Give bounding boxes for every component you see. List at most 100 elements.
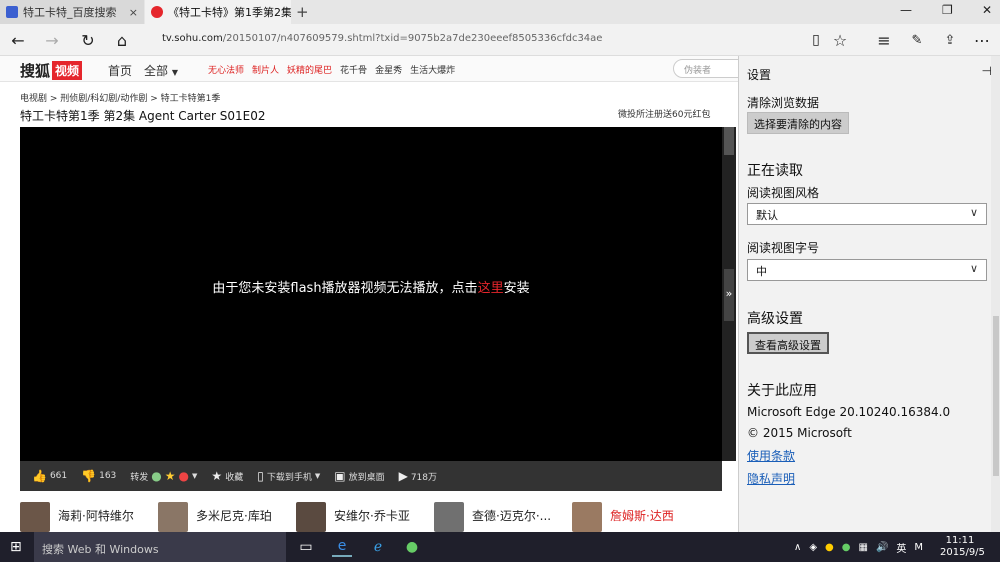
settings-scrollbar[interactable] <box>991 56 1000 532</box>
back-icon[interactable]: ← <box>8 30 28 50</box>
title-bar: 特工卡特_百度搜索 × 《特工卡特》第1季第2集 × + — ❐ ✕ <box>0 0 1000 24</box>
edge-icon[interactable]: e <box>332 537 352 557</box>
hot-link[interactable]: 金星秀 <box>375 63 402 76</box>
play-count: ▶ 718万 <box>399 469 437 483</box>
cast-member[interactable]: 安维尔·乔卡亚 <box>296 502 434 532</box>
settings-title: 设置 <box>747 68 772 82</box>
refresh-icon[interactable]: ↻ <box>78 30 98 50</box>
cast-member[interactable]: 多米尼克·库珀 <box>158 502 296 532</box>
hot-link[interactable]: 生活大爆炸 <box>410 63 455 76</box>
maximize-button[interactable]: ❐ <box>942 3 953 17</box>
avatar <box>434 502 464 532</box>
sohu-video-logo[interactable]: 搜狐 视频 <box>20 60 83 81</box>
desktop-icon: ▣ <box>334 469 346 483</box>
forward-icon[interactable]: → <box>42 30 62 50</box>
dislike-button[interactable]: 👎 163 <box>81 469 116 483</box>
cast-member[interactable]: 查德·迈克尔·... <box>434 502 572 532</box>
nav-all[interactable]: 全部 ▼ <box>144 62 178 79</box>
chevron-down-icon: ▼ <box>171 68 179 77</box>
close-window-button[interactable]: ✕ <box>982 3 992 17</box>
site-search-input[interactable]: 伪装者 <box>673 59 738 78</box>
chevron-up-icon[interactable]: ∧ <box>794 542 801 553</box>
play-icon: ▶ <box>398 469 408 483</box>
reading-font-select[interactable]: 中 ∨ <box>747 259 987 281</box>
address-bar[interactable]: tv.sohu.com/20150107/n407609579.shtml?tx… <box>162 33 602 44</box>
flash-missing-message: 由于您未安装flash播放器视频无法播放，点击这里安装 <box>20 277 722 296</box>
advanced-heading: 高级设置 <box>747 311 803 327</box>
reading-view-icon[interactable]: ▯ <box>806 30 826 50</box>
download-to-phone-button[interactable]: ▯ 下载到手机 ▼ <box>257 469 320 483</box>
promo-link[interactable]: 微投所注册送60元红包 <box>618 107 710 120</box>
avatar <box>572 502 602 532</box>
tab-baidu-search[interactable]: 特工卡特_百度搜索 × <box>0 0 144 24</box>
reading-style-label: 阅读视图风格 <box>747 186 820 200</box>
ime-indicator[interactable]: 英 <box>896 540 906 555</box>
breadcrumb[interactable]: 电视剧 > 刑侦剧/科幻剧/动作剧 > 特工卡特第1季 <box>20 91 220 104</box>
favorite-star-icon[interactable]: ☆ <box>830 30 850 50</box>
tray-app-icon[interactable]: ◈ <box>809 542 817 553</box>
hub-icon[interactable]: ≡ <box>874 30 894 50</box>
avatar <box>20 502 50 532</box>
cast-member[interactable]: 詹姆斯·达西 <box>572 502 710 532</box>
cast-name: 多米尼克·库珀 <box>196 509 272 523</box>
volume-icon[interactable]: 🔊 <box>876 542 888 553</box>
web-page: 搜狐 视频 首页 全部 ▼ 无心法师 制片人 妖精的尾巴 花千骨 金星秀 生活大… <box>0 56 738 532</box>
hot-link[interactable]: 花千骨 <box>340 63 367 76</box>
taskbar-search[interactable]: 搜索 Web 和 Windows <box>34 532 286 562</box>
taskbar-clock[interactable]: 11:11 2015/9/5 <box>940 535 985 559</box>
reading-font-value: 中 <box>756 265 767 278</box>
network-icon[interactable]: ▦ <box>859 542 868 553</box>
task-view-icon[interactable]: ▭ <box>296 537 316 557</box>
hot-link[interactable]: 制片人 <box>252 63 279 76</box>
terms-link[interactable]: 使用条款 <box>747 447 795 464</box>
avatar <box>158 502 188 532</box>
share-button[interactable]: 转发 ● ★ ● ▼ <box>130 469 197 483</box>
add-to-desktop-button[interactable]: ▣ 放到桌面 <box>334 469 384 483</box>
nav-home[interactable]: 首页 <box>108 62 132 79</box>
ime-mode-indicator[interactable]: M <box>914 542 923 553</box>
share-icon[interactable]: ⇪ <box>940 30 960 50</box>
logo-text: 搜狐 <box>20 62 51 80</box>
hot-link[interactable]: 妖精的尾巴 <box>287 63 332 76</box>
thumbs-up-icon: 👍 <box>32 469 47 483</box>
cast-member[interactable]: 海莉·阿特维尔 <box>20 502 158 532</box>
windows-start-icon[interactable]: ⊞ <box>10 540 24 554</box>
view-advanced-settings-button[interactable]: 查看高级设置 <box>747 332 829 354</box>
home-icon[interactable]: ⌂ <box>112 30 132 50</box>
close-tab-icon[interactable]: × <box>129 6 138 19</box>
clear-data-label: 清除浏览数据 <box>747 96 820 110</box>
avatar <box>296 502 326 532</box>
favorite-button[interactable]: ★ 收藏 <box>211 469 243 483</box>
hot-keywords: 无心法师 制片人 妖精的尾巴 花千骨 金星秀 生活大爆炸 <box>208 63 455 76</box>
choose-what-to-clear-button[interactable]: 选择要清除的内容 <box>747 112 849 134</box>
reading-style-select[interactable]: 默认 ∨ <box>747 203 987 225</box>
sohu-favicon-icon <box>151 6 163 18</box>
msg-text-end: 安装 <box>503 281 530 296</box>
system-tray: ∧ ◈ ● ● ▦ 🔊 英 M <box>794 540 923 555</box>
clock-time: 11:11 <box>945 535 975 546</box>
player-controls: 👍 661 👎 163 转发 ● ★ ● ▼ ★ 收藏 ▯ 下载到手机 ▼ ▣ 放到桌面 ▶ 718万 <box>20 461 722 491</box>
tray-app-icon[interactable]: ● <box>842 542 851 553</box>
scrollbar-thumb[interactable] <box>993 316 999 476</box>
more-icon[interactable]: ⋯ <box>972 30 992 50</box>
new-tab-button[interactable]: + <box>296 3 309 21</box>
tab-title: 《特工卡特》第1季第2集 <box>168 6 291 19</box>
expand-arrow-icon[interactable]: » <box>722 287 736 300</box>
ie-icon[interactable]: ℯ <box>368 537 388 557</box>
video-player[interactable]: 由于您未安装flash播放器视频无法播放，点击这里安装 <box>20 127 722 461</box>
baidu-favicon-icon <box>6 6 18 18</box>
tray-app-icon[interactable]: ● <box>825 542 834 553</box>
privacy-link[interactable]: 隐私声明 <box>747 470 795 487</box>
web-note-icon[interactable]: ✎ <box>907 30 927 50</box>
navigation-bar: ← → ↻ ⌂ tv.sohu.com/20150107/n407609579.… <box>0 24 1000 56</box>
url-domain: tv.sohu.com <box>162 33 223 44</box>
wechat-icon: ● <box>151 469 162 483</box>
app-globe-icon[interactable]: ● <box>402 537 422 557</box>
scrollbar-thumb[interactable] <box>724 127 734 155</box>
install-flash-link[interactable]: 这里 <box>478 281 504 296</box>
like-button[interactable]: 👍 661 <box>32 469 67 483</box>
hot-link[interactable]: 无心法师 <box>208 63 244 76</box>
tab-agent-carter[interactable]: 《特工卡特》第1季第2集 × <box>145 0 291 24</box>
favorite-label: 收藏 <box>225 472 244 483</box>
minimize-button[interactable]: — <box>900 3 912 17</box>
